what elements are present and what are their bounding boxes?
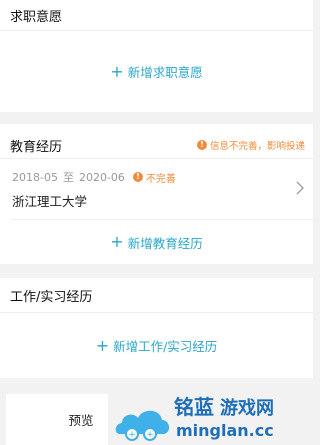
add-job-intention-label: 新增求职意愿 <box>127 65 203 80</box>
job-intention-title: 求职意愿 <box>10 9 63 25</box>
section-gap <box>0 264 313 278</box>
education-item-status: ! 不完善 <box>132 170 176 185</box>
watermark-brand: 铭蓝 <box>174 395 214 419</box>
education-date-separator: 至 <box>62 171 74 184</box>
preview-button[interactable]: 预览 <box>6 394 108 445</box>
add-work-label: 新增工作/实习经历 <box>113 339 218 354</box>
watermark-domain: minglan.cc <box>176 421 274 440</box>
svg-text:+: + <box>146 430 154 440</box>
watermark-logo: + + 铭蓝 游戏网 minglan.cc <box>115 395 274 441</box>
education-start-date: 2018-05 <box>12 170 58 184</box>
plus-icon: + <box>95 335 110 355</box>
add-job-intention-button[interactable]: + 新增求职意愿 <box>0 31 313 112</box>
education-title: 教育经历 <box>10 139 63 155</box>
job-intention-header: 求职意愿 <box>0 0 313 30</box>
work-header: 工作/实习经历 <box>0 278 313 312</box>
chevron-right-icon <box>296 181 304 195</box>
add-education-label: 新增教育经历 <box>127 235 203 251</box>
job-intention-section: 求职意愿 + 新增求职意愿 <box>0 0 313 112</box>
warning-icon: ! <box>196 140 207 150</box>
education-dates: 2018-05 至 2020-06 ! 不完善 <box>12 169 303 185</box>
watermark-sub: 游戏网 <box>220 397 274 419</box>
education-school: 浙江理工大学 <box>12 194 88 209</box>
education-warning: ! 信息不完善，影响投递 <box>196 138 305 152</box>
work-section: 工作/实习经历 + 新增工作/实习经历 <box>0 278 313 378</box>
plus-icon: + <box>110 61 124 81</box>
plus-icon: + <box>110 232 124 251</box>
education-section: 教育经历 ! 信息不完善，影响投递 2018-05 至 2020-06 ! 不完… <box>0 124 313 264</box>
education-item-status-text: 不完善 <box>145 173 176 185</box>
education-warning-text: 信息不完善，影响投递 <box>209 141 305 152</box>
add-education-button[interactable]: + 新增教育经历 <box>0 220 313 264</box>
add-work-button[interactable]: + 新增工作/实习经历 <box>0 313 313 378</box>
education-header: 教育经历 ! 信息不完善，影响投递 <box>0 124 313 158</box>
education-end-date: 2020-06 <box>78 170 125 184</box>
cloud-icon <box>115 410 170 434</box>
section-gap <box>0 112 313 124</box>
preview-label: 预览 <box>68 413 94 428</box>
warning-icon: ! <box>132 172 143 182</box>
svg-text:+: + <box>128 430 136 440</box>
education-item[interactable]: 2018-05 至 2020-06 ! 不完善 浙江理工大学 <box>0 159 313 219</box>
work-title: 工作/实习经历 <box>10 289 93 305</box>
